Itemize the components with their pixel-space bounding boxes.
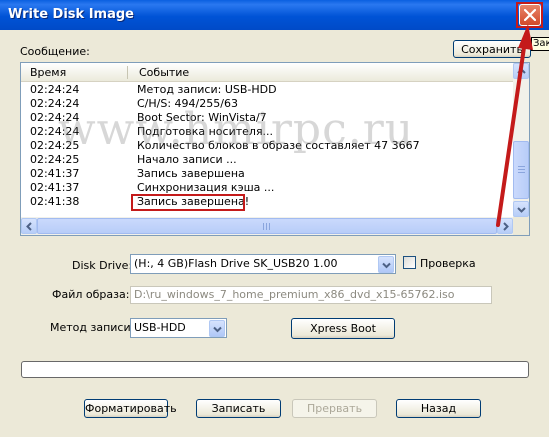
write-method-value: USB-HDD <box>134 321 186 334</box>
chevron-down-icon <box>517 207 526 213</box>
scrollbar-corner <box>513 217 529 235</box>
disk-drive-dropdown-button[interactable] <box>378 256 394 273</box>
log-time: 02:24:24 <box>30 111 80 124</box>
save-log-button[interactable]: Сохранить <box>453 40 531 58</box>
column-separator[interactable] <box>127 66 128 79</box>
chevron-left-icon <box>26 222 32 231</box>
log-time: 02:24:25 <box>30 139 80 152</box>
write-disk-image-window: Write Disk Image Зак Сообщение: Сохранит… <box>0 0 549 437</box>
log-row[interactable]: 02:24:24 Boot Sector: WinVista/7 <box>21 111 513 125</box>
log-row[interactable]: 02:24:24 Подготовка носителя... <box>21 125 513 139</box>
scroll-down-button[interactable] <box>513 201 529 217</box>
disk-drive-select[interactable]: (H:, 4 GB)Flash Drive SK_USB20 1.00 <box>130 254 396 274</box>
log-event: Подготовка носителя... <box>137 125 274 138</box>
image-file-value: D:\ru_windows_7_home_premium_x86_dvd_x15… <box>134 288 455 301</box>
disk-drive-label: Disk Drive: <box>72 259 133 272</box>
log-row[interactable]: 02:24:25 Количество блоков в образе соста… <box>21 139 513 153</box>
chevron-down-icon <box>382 262 391 269</box>
vertical-scroll-thumb[interactable] <box>513 141 529 199</box>
log-time: 02:24:24 <box>30 97 80 110</box>
log-event: Количество блоков в образе составляет 47… <box>137 139 420 152</box>
log-time: 02:24:24 <box>30 125 80 138</box>
verify-checkbox[interactable] <box>403 256 416 269</box>
log-row[interactable]: 02:41:38 Запись завершена! <box>21 195 513 209</box>
verify-label[interactable]: Проверка <box>420 257 476 270</box>
close-tooltip: Зак <box>531 37 549 51</box>
horizontal-scroll-thumb[interactable] <box>37 218 497 234</box>
scroll-left-button[interactable] <box>21 218 37 234</box>
column-event[interactable]: Событие <box>139 66 189 79</box>
write-button[interactable]: Записать <box>196 399 281 418</box>
log-event: Метод записи: USB-HDD <box>137 83 277 96</box>
column-time[interactable]: Время <box>30 66 66 79</box>
completion-highlight-box <box>131 194 245 211</box>
log-event: Начало записи ... <box>137 153 237 166</box>
image-file-field: D:\ru_windows_7_home_premium_x86_dvd_x15… <box>130 286 492 304</box>
chevron-right-icon <box>503 222 509 231</box>
disk-drive-value: (H:, 4 GB)Flash Drive SK_USB20 1.00 <box>134 257 338 270</box>
log-list[interactable]: Время Событие 02:24:24 Метод записи: USB-… <box>20 62 530 236</box>
log-row[interactable]: 02:41:37 Запись завершена <box>21 167 513 181</box>
window-title: Write Disk Image <box>8 7 134 22</box>
log-event: Запись завершена <box>137 167 245 180</box>
xpress-boot-button[interactable]: Xpress Boot <box>291 318 395 339</box>
chevron-up-icon <box>517 68 526 74</box>
log-event: Синхронизация кэша ... <box>137 181 275 194</box>
log-label: Сообщение: <box>20 45 90 58</box>
abort-button: Прервать <box>292 399 377 418</box>
log-time: 02:41:37 <box>30 181 80 194</box>
log-horizontal-scrollbar[interactable] <box>21 217 513 235</box>
write-progress-bar <box>21 361 529 378</box>
write-method-dropdown-button[interactable] <box>209 320 225 337</box>
log-time: 02:41:37 <box>30 167 80 180</box>
chevron-down-icon <box>213 326 222 333</box>
log-event: C/H/S: 494/255/63 <box>137 97 238 110</box>
scroll-up-button[interactable] <box>513 63 529 79</box>
format-button[interactable]: Форматировать <box>84 399 177 418</box>
close-button-highlight <box>516 2 543 28</box>
log-row[interactable]: 02:24:25 Начало записи ... <box>21 153 513 167</box>
scroll-right-button[interactable] <box>497 218 513 234</box>
write-method-label: Метод записи: <box>50 321 135 334</box>
log-event: Boot Sector: WinVista/7 <box>137 111 267 124</box>
image-file-label: Файл образа: <box>52 288 130 301</box>
log-time: 02:24:25 <box>30 153 80 166</box>
title-bar[interactable]: Write Disk Image <box>0 0 549 30</box>
log-row[interactable]: 02:41:37 Синхронизация кэша ... <box>21 181 513 195</box>
log-vertical-scrollbar[interactable] <box>513 63 529 217</box>
log-row[interactable]: 02:24:24 Метод записи: USB-HDD <box>21 83 513 97</box>
write-method-select[interactable]: USB-HDD <box>130 318 227 338</box>
log-row[interactable]: 02:24:24 C/H/S: 494/255/63 <box>21 97 513 111</box>
log-time: 02:24:24 <box>30 83 80 96</box>
log-list-header: Время Событие <box>21 63 513 82</box>
back-button[interactable]: Назад <box>396 399 481 418</box>
log-time: 02:41:38 <box>30 195 80 208</box>
